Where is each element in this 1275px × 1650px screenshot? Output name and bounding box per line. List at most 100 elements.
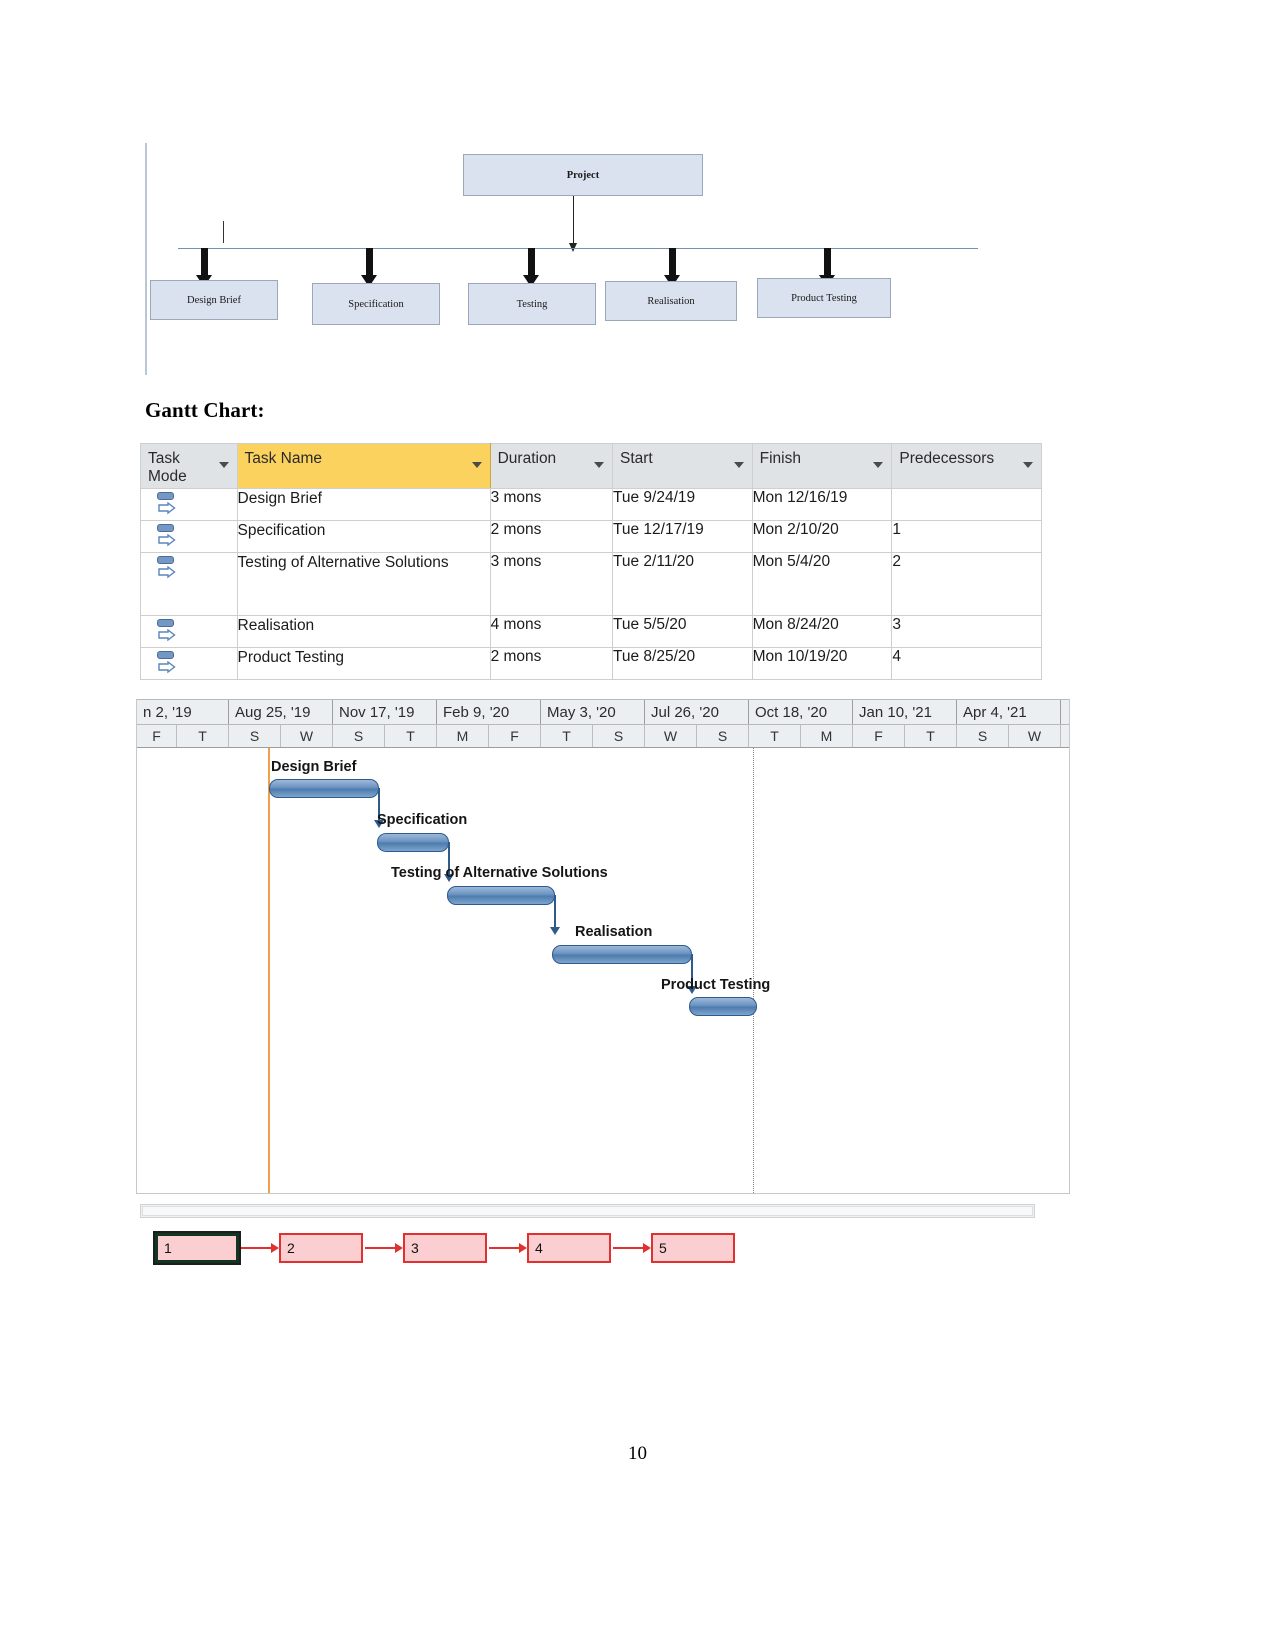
timescale-day: W <box>645 725 697 747</box>
column-header-task-name[interactable]: Task Name <box>236 443 491 489</box>
cell-start[interactable]: Tue 5/5/20 <box>611 615 753 648</box>
cell-predecessors[interactable] <box>891 488 1042 521</box>
network-link-4-5 <box>613 1243 651 1253</box>
gantt-bar-design-brief[interactable] <box>269 779 379 798</box>
chevron-down-icon[interactable] <box>593 462 604 468</box>
column-header-label: Finish <box>759 450 801 467</box>
gantt-bar-label: Product Testing <box>661 977 771 993</box>
cell-finish[interactable]: Mon 8/24/20 <box>751 615 893 648</box>
cell-task-mode[interactable] <box>140 488 238 521</box>
column-header-duration[interactable]: Duration <box>489 443 613 489</box>
timescale-day-row[interactable]: F T S W S T M F T S W S T M F T S W <box>137 725 1069 748</box>
gantt-bar-product-testing[interactable] <box>689 997 757 1016</box>
column-header-finish[interactable]: Finish <box>751 443 893 489</box>
gantt-chart-pane[interactable]: n 2, '19 Aug 25, '19 Nov 17, '19 Feb 9, … <box>136 699 1070 1194</box>
org-node-realisation: Realisation <box>605 281 737 321</box>
network-node-1[interactable]: 1 <box>155 1233 239 1263</box>
cell-predecessors[interactable]: 2 <box>891 552 1042 616</box>
network-node-2[interactable]: 2 <box>279 1233 363 1263</box>
cell-predecessors[interactable]: 3 <box>891 615 1042 648</box>
chevron-down-icon[interactable] <box>218 462 229 468</box>
table-row[interactable]: Product Testing 2 mons Tue 8/25/20 Mon 1… <box>140 647 1042 680</box>
cell-finish[interactable]: Mon 10/19/20 <box>751 647 893 680</box>
cell-duration[interactable]: 4 mons <box>489 615 613 648</box>
network-node-4[interactable]: 4 <box>527 1233 611 1263</box>
table-row[interactable]: Testing of Alternative Solutions 3 mons … <box>140 552 1042 616</box>
cell-task-mode[interactable] <box>140 615 238 648</box>
gantt-bar-testing-alternative-solutions[interactable] <box>447 886 555 905</box>
network-link-2-3 <box>365 1243 403 1253</box>
network-node-5[interactable]: 5 <box>651 1233 735 1263</box>
root-connector-arrow <box>569 196 577 252</box>
table-row[interactable]: Realisation 4 mons Tue 5/5/20 Mon 8/24/2… <box>140 615 1042 648</box>
org-node-specification: Specification <box>312 283 440 325</box>
cell-finish[interactable]: Mon 2/10/20 <box>751 520 893 553</box>
diagram-left-rail <box>145 143 147 375</box>
chevron-down-icon[interactable] <box>471 462 482 468</box>
chevron-down-icon[interactable] <box>873 462 884 468</box>
auto-scheduled-icon <box>157 555 177 581</box>
gantt-bar-specification[interactable] <box>377 833 449 852</box>
cell-predecessors[interactable]: 4 <box>891 647 1042 680</box>
horizontal-scrollbar[interactable] <box>140 1204 1035 1218</box>
auto-scheduled-icon <box>157 523 177 549</box>
timescale-day: T <box>385 725 437 747</box>
status-date-line <box>753 748 754 1193</box>
org-arrow-2 <box>361 248 377 287</box>
table-header-row: Task Mode Task Name Duration Start Finis… <box>140 443 1042 489</box>
cell-duration[interactable]: 3 mons <box>489 488 613 521</box>
cell-predecessors[interactable]: 1 <box>891 520 1042 553</box>
auto-scheduled-icon <box>157 491 177 517</box>
cell-task-mode[interactable] <box>140 520 238 553</box>
gantt-bar-realisation[interactable] <box>552 945 692 964</box>
org-node-product-testing: Product Testing <box>757 278 891 318</box>
timescale-day: S <box>957 725 1009 747</box>
timescale-day: S <box>333 725 385 747</box>
org-horizontal-connector <box>178 248 978 249</box>
auto-scheduled-icon <box>157 650 177 676</box>
cell-duration[interactable]: 3 mons <box>489 552 613 616</box>
timescale-day: T <box>177 725 229 747</box>
table-row[interactable]: Design Brief 3 mons Tue 9/24/19 Mon 12/1… <box>140 488 1042 521</box>
org-node-label: Project <box>566 169 600 181</box>
network-node-label: 1 <box>164 1240 172 1256</box>
column-header-start[interactable]: Start <box>611 443 753 489</box>
gantt-bar-label: Design Brief <box>271 759 357 775</box>
timescale-month: Nov 17, '19 <box>333 700 437 724</box>
cell-finish[interactable]: Mon 12/16/19 <box>751 488 893 521</box>
org-arrow-4 <box>664 248 680 287</box>
cell-task-name[interactable]: Realisation <box>236 615 491 648</box>
timescale-day: S <box>593 725 645 747</box>
timescale-day: W <box>1009 725 1061 747</box>
org-node-label: Design Brief <box>187 294 241 306</box>
network-node-label: 3 <box>411 1240 419 1256</box>
cell-task-mode[interactable] <box>140 647 238 680</box>
cell-start[interactable]: Tue 2/11/20 <box>611 552 753 616</box>
chevron-down-icon[interactable] <box>733 462 744 468</box>
cell-start[interactable]: Tue 8/25/20 <box>611 647 753 680</box>
cell-task-mode[interactable] <box>140 552 238 616</box>
timescale-month-row[interactable]: n 2, '19 Aug 25, '19 Nov 17, '19 Feb 9, … <box>137 699 1069 725</box>
gantt-bar-area[interactable]: Design Brief Specification Testing of Al… <box>137 748 1069 1193</box>
cell-duration[interactable]: 2 mons <box>489 647 613 680</box>
column-header-predecessors[interactable]: Predecessors <box>891 443 1042 489</box>
org-node-label: Product Testing <box>791 292 857 304</box>
cell-start[interactable]: Tue 12/17/19 <box>611 520 753 553</box>
network-node-3[interactable]: 3 <box>403 1233 487 1263</box>
column-header-task-mode[interactable]: Task Mode <box>140 443 238 489</box>
today-marker-line <box>268 748 270 1193</box>
cell-finish[interactable]: Mon 5/4/20 <box>751 552 893 616</box>
timescale-day: M <box>801 725 853 747</box>
cell-duration[interactable]: 2 mons <box>489 520 613 553</box>
table-row[interactable]: Specification 2 mons Tue 12/17/19 Mon 2/… <box>140 520 1042 553</box>
cell-task-name[interactable]: Design Brief <box>236 488 491 521</box>
cell-task-name[interactable]: Testing of Alternative Solutions <box>236 552 491 616</box>
gantt-bar-label: Realisation <box>575 924 653 940</box>
timescale-day: T <box>749 725 801 747</box>
cell-start[interactable]: Tue 9/24/19 <box>611 488 753 521</box>
scrollbar-thumb[interactable] <box>142 1206 1033 1216</box>
cell-task-name[interactable]: Specification <box>236 520 491 553</box>
chevron-down-icon[interactable] <box>1023 462 1033 468</box>
cell-task-name[interactable]: Product Testing <box>236 647 491 680</box>
org-tick-mark <box>223 221 224 243</box>
